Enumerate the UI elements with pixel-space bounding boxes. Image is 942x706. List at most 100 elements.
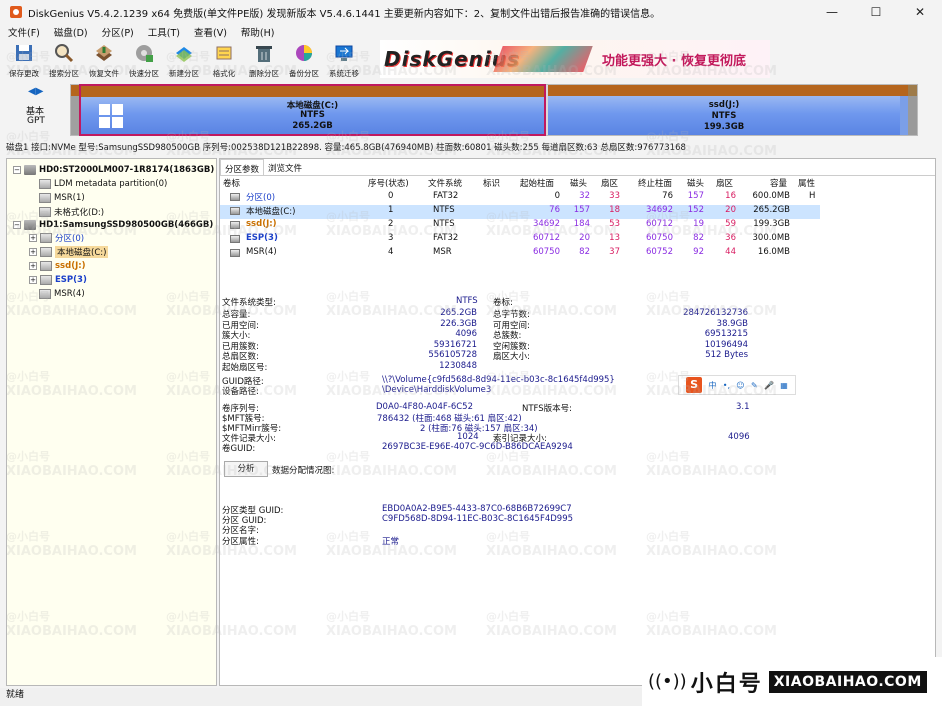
cell-ec: 76 bbox=[662, 191, 673, 201]
promo-banner[interactable]: DiskGenius 功能更强大 · 恢复更彻底 bbox=[380, 40, 770, 78]
expand-icon[interactable]: + bbox=[29, 261, 37, 270]
disk-nav-arrows-icon[interactable]: ◀▶ bbox=[28, 86, 43, 97]
expand-icon[interactable]: + bbox=[29, 233, 37, 242]
watermark-en: XIAOBAIHAO.COM bbox=[768, 670, 927, 693]
partition-c-fs: NTFS bbox=[300, 110, 325, 120]
cell-label: ssd(J:) bbox=[246, 219, 277, 229]
toolbar: 保存更改 搜索分区 恢复文件 快速分区 新建分区 格式化 删除分区 备份分区 系… bbox=[0, 39, 380, 81]
search-icon bbox=[53, 42, 75, 64]
hard-disk-icon bbox=[24, 219, 36, 230]
partition-icon bbox=[230, 207, 240, 215]
tab-partition-params[interactable]: 分区参数 bbox=[220, 159, 265, 175]
close-button[interactable]: ✕ bbox=[898, 0, 942, 24]
menu-partition[interactable]: 分区(P) bbox=[102, 25, 134, 39]
collapse-icon[interactable]: − bbox=[13, 220, 21, 229]
table-row[interactable]: 分区(0) 0 FAT32 0 32 33 76 157 16 600.0MB H bbox=[220, 191, 820, 205]
allocation-map-label: 数据分配情况图: bbox=[272, 466, 335, 476]
tree-item-ssd-j[interactable]: + ssd(J:) bbox=[29, 259, 86, 272]
tree-item-msr4[interactable]: MSR(4) bbox=[39, 287, 85, 300]
expand-icon[interactable]: + bbox=[29, 275, 37, 284]
cell-ss: 18 bbox=[609, 205, 620, 215]
tab-browse-files[interactable]: 浏览文件 bbox=[264, 159, 306, 175]
table-row[interactable]: ssd(J:) 2 NTFS 34692 184 53 60712 19 59 199.3GB bbox=[220, 219, 820, 233]
partition-bar-esp[interactable] bbox=[900, 85, 908, 135]
partition-bar-msr[interactable] bbox=[908, 85, 917, 135]
sogou-logo-icon[interactable]: S bbox=[686, 377, 703, 393]
menu-view[interactable]: 查看(V) bbox=[194, 25, 227, 39]
cell-sh: 32 bbox=[579, 191, 590, 201]
format-button[interactable]: 格式化 bbox=[204, 39, 244, 81]
cell-fs: FAT32 bbox=[433, 191, 459, 201]
ime-handwrite-icon[interactable]: ✎ bbox=[751, 381, 758, 390]
partition-details-panel: 分区参数 浏览文件 卷标 序号(状态) 文件系统 标识 起始柱面 磁头 扇区 终… bbox=[219, 158, 936, 686]
new-partition-button[interactable]: 新建分区 bbox=[164, 39, 204, 81]
save-button[interactable]: 保存更改 bbox=[4, 39, 44, 81]
tree-disk-hd0[interactable]: − HD0:ST2000LM007-1R8174(1863GB) bbox=[13, 163, 214, 176]
info-value: 4096 bbox=[455, 329, 477, 340]
ime-toolbox-icon[interactable]: ▦ bbox=[780, 381, 788, 390]
tree-item-msr1[interactable]: MSR(1) bbox=[39, 191, 85, 204]
cell-sc: 34692 bbox=[532, 219, 560, 229]
cell-eh: 152 bbox=[687, 205, 704, 215]
partition-icon bbox=[230, 235, 240, 243]
tree-item-local-disk-c[interactable]: + 本地磁盘(C:) bbox=[29, 245, 109, 258]
info-label: 扇区大小: bbox=[493, 352, 530, 363]
cell-ec: 60750 bbox=[645, 233, 673, 243]
ime-toolbar[interactable]: S 中 •, ☺ ✎ 🎤 ▦ bbox=[678, 375, 796, 395]
analyze-button[interactable]: 分析 bbox=[224, 461, 268, 477]
search-partition-button[interactable]: 搜索分区 bbox=[44, 39, 84, 81]
cell-ss: 37 bbox=[609, 247, 620, 257]
delete-partition-button[interactable]: 删除分区 bbox=[244, 39, 284, 81]
system-migrate-button[interactable]: 系统迁移 bbox=[324, 39, 364, 81]
maximize-button[interactable]: ☐ bbox=[854, 0, 898, 24]
delete-partition-icon bbox=[253, 42, 275, 64]
app-icon bbox=[10, 6, 22, 18]
table-row[interactable]: 本地磁盘(C:) 1 NTFS 76 157 18 34692 152 20 265.2GB bbox=[220, 205, 820, 219]
ime-punctuation-icon[interactable]: •, bbox=[723, 381, 730, 390]
tree-item-esp3[interactable]: + ESP(3) bbox=[29, 273, 87, 286]
ime-chinese-mode[interactable]: 中 bbox=[708, 380, 716, 391]
ime-emoji-icon[interactable]: ☺ bbox=[736, 381, 744, 390]
tree-item-partition0[interactable]: + 分区(0) bbox=[29, 231, 84, 244]
cell-cap: 16.0MB bbox=[757, 247, 790, 257]
partition-icon bbox=[39, 192, 51, 203]
cell-idx: 0 bbox=[388, 191, 394, 201]
menu-help[interactable]: 帮助(H) bbox=[241, 25, 275, 39]
new-partition-icon bbox=[173, 42, 195, 64]
menu-disk[interactable]: 磁盘(D) bbox=[54, 25, 88, 39]
cell-ss: 13 bbox=[609, 233, 620, 243]
cell-ec: 60752 bbox=[645, 247, 673, 257]
partition-c-size: 265.2GB bbox=[292, 121, 333, 131]
table-row[interactable]: MSR(4) 4 MSR 60750 82 37 60752 92 44 16.0MB bbox=[220, 247, 820, 261]
tree-item-unformatted-d[interactable]: 未格式化(D:) bbox=[39, 205, 104, 218]
cell-es: 59 bbox=[725, 219, 736, 229]
cell-cap: 265.2GB bbox=[753, 205, 790, 215]
backup-partition-button[interactable]: 备份分区 bbox=[284, 39, 324, 81]
partition-bar-j[interactable]: ssd(J:) NTFS 199.3GB bbox=[548, 85, 900, 135]
info-label: 起始扇区号: bbox=[222, 363, 268, 373]
quick-partition-button[interactable]: 快速分区 bbox=[124, 39, 164, 81]
tree-disk-hd1[interactable]: − HD1:SamsungSSD980500GB(466GB) bbox=[13, 218, 213, 231]
info-value: 556105728 bbox=[428, 350, 477, 361]
cell-sh: 82 bbox=[579, 247, 590, 257]
info-value: 38.9GB bbox=[716, 318, 748, 329]
info-value: 59316721 bbox=[433, 339, 477, 350]
cell-fs: NTFS bbox=[433, 205, 455, 215]
table-row[interactable]: ESP(3) 3 FAT32 60712 20 13 60750 82 36 300.0MB bbox=[220, 233, 820, 247]
disk-nav: ◀▶ 基本 GPT bbox=[0, 82, 70, 138]
cell-eh: 92 bbox=[693, 247, 704, 257]
banner-slogan: 功能更强大 · 恢复更彻底 bbox=[602, 54, 746, 69]
menu-tools[interactable]: 工具(T) bbox=[148, 25, 180, 39]
menu-file[interactable]: 文件(F) bbox=[8, 25, 40, 39]
title-bar: DiskGenius V5.4.2.1239 x64 免费版(单文件PE版) 发… bbox=[0, 0, 942, 24]
collapse-icon[interactable]: − bbox=[13, 165, 21, 174]
partition-bar-0[interactable] bbox=[71, 85, 79, 135]
ime-voice-icon[interactable]: 🎤 bbox=[764, 381, 774, 390]
recover-files-button[interactable]: 恢复文件 bbox=[84, 39, 124, 81]
minimize-button[interactable]: — bbox=[810, 0, 854, 24]
expand-icon[interactable]: + bbox=[29, 247, 37, 256]
cell-label: 本地磁盘(C:) bbox=[246, 207, 296, 217]
watermark-badge: ((•)) 小白号 XIAOBAIHAO.COM bbox=[642, 657, 942, 706]
tree-item-ldm[interactable]: LDM metadata partition(0) bbox=[39, 177, 167, 190]
partition-bar-c[interactable]: 本地磁盘(C:) NTFS 265.2GB bbox=[79, 84, 546, 136]
